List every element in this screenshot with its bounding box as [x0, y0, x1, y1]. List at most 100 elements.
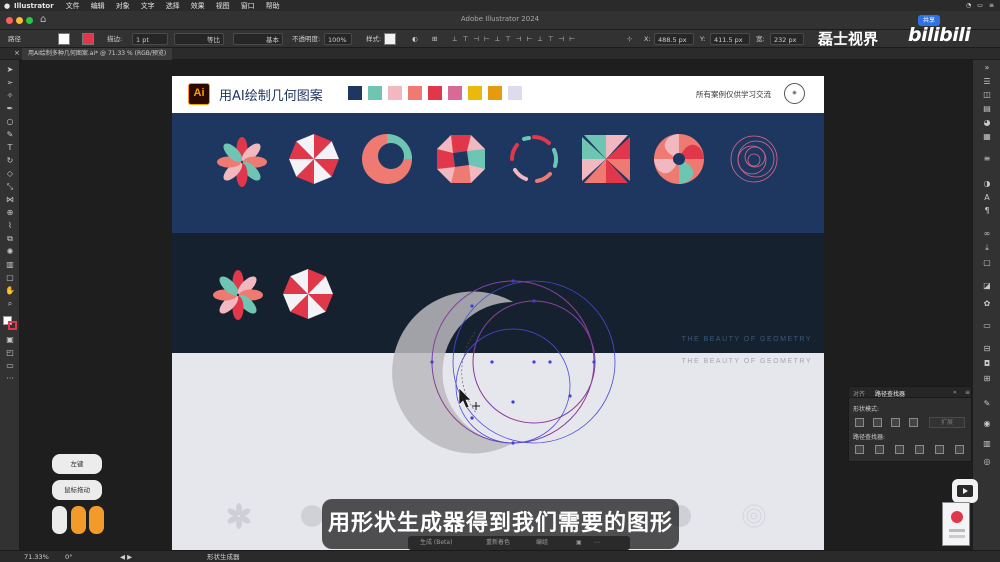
pattern-8-spiral[interactable]	[730, 135, 778, 183]
working-flower-copy[interactable]	[213, 270, 263, 320]
group-button[interactable]: 编组	[536, 536, 548, 550]
stroke-panel-icon[interactable]: ≡	[982, 155, 992, 163]
character-panel-icon[interactable]: A	[982, 194, 992, 202]
artwork-canvas[interactable]	[172, 76, 824, 550]
width-tool-icon[interactable]: ⋈	[5, 196, 15, 204]
pen-tool-icon[interactable]: ✒	[5, 105, 15, 113]
type-tool-icon[interactable]: T	[5, 144, 15, 152]
graphic-style-swatch[interactable]	[384, 33, 396, 45]
align-panel-icon[interactable]: ⊟	[982, 345, 992, 353]
layers-panel-icon[interactable]: ◫	[982, 91, 992, 99]
stroke-weight-field[interactable]: 1 pt	[132, 33, 168, 45]
gradient-panel-icon[interactable]: ▥	[982, 440, 992, 448]
merge-button[interactable]	[895, 445, 904, 454]
menu-effect[interactable]: 效果	[191, 1, 205, 11]
x-position-field[interactable]: 488.5 px	[654, 33, 694, 45]
recolor-icon[interactable]: ◐	[412, 33, 418, 45]
graph-tool-icon[interactable]: ▥	[5, 261, 15, 269]
symbols-panel-icon[interactable]: ✿	[982, 300, 992, 308]
working-umbrella-copy[interactable]	[283, 269, 333, 319]
trim-button[interactable]	[875, 445, 884, 454]
artboards-panel-icon[interactable]: ▢	[982, 259, 992, 267]
symbol-sprayer-tool-icon[interactable]: ✺	[5, 248, 15, 256]
selection-tool-icon[interactable]: ➤	[5, 66, 15, 74]
menu-app-name[interactable]: Illustrator	[14, 2, 54, 10]
apple-icon[interactable]: ●	[0, 2, 14, 10]
divide-button[interactable]	[855, 445, 864, 454]
video-play-icon[interactable]	[952, 479, 978, 503]
outline-button[interactable]	[935, 445, 944, 454]
context-options-icon[interactable]: ⋯	[594, 536, 600, 550]
pattern-2-umbrella[interactable]	[289, 134, 339, 184]
battery-icon[interactable]: ▭	[977, 2, 983, 9]
opacity-field[interactable]: 100%	[324, 33, 352, 45]
pathfinder-panel-icon[interactable]: ◘	[982, 360, 992, 368]
scale-tool-icon[interactable]: ⤡	[5, 183, 15, 191]
color-mode-icon[interactable]: ▣	[5, 336, 15, 344]
properties-panel-icon[interactable]: ☰	[982, 78, 992, 86]
pattern-4-aperture[interactable]	[437, 135, 485, 183]
minus-front-button[interactable]	[873, 418, 882, 427]
artboard-nav-icon[interactable]: ◀ ▶	[120, 551, 132, 562]
color-panel-icon[interactable]: ◕	[982, 119, 992, 127]
pattern-7-swirl[interactable]	[654, 134, 704, 184]
wifi-icon[interactable]: ◔	[966, 2, 971, 9]
control-center-icon[interactable]: ≡	[989, 2, 994, 9]
paragraph-panel-icon[interactable]: ¶	[982, 207, 992, 215]
asset-export-icon[interactable]: ⤓	[982, 244, 992, 252]
stroke-profile-dropdown[interactable]: 等比	[174, 33, 224, 45]
comments-panel-icon[interactable]: ▭	[982, 322, 992, 330]
y-position-field[interactable]: 411.5 px	[710, 33, 750, 45]
eraser-tool-icon[interactable]: ◇	[5, 170, 15, 178]
stroke-swatch[interactable]	[82, 33, 94, 45]
menu-view[interactable]: 视图	[216, 1, 230, 11]
panel-collapse-icon[interactable]: »	[953, 389, 957, 396]
tab-align[interactable]: 对齐	[853, 389, 865, 398]
unite-button[interactable]	[855, 418, 864, 427]
recolor-button[interactable]: 重新着色	[486, 536, 510, 550]
menu-edit[interactable]: 编辑	[91, 1, 105, 11]
swatches-panel-icon[interactable]: ▦	[982, 133, 992, 141]
crescent-construction[interactable]	[392, 279, 616, 454]
zoom-level[interactable]: 71.33%	[24, 551, 49, 562]
magic-wand-tool-icon[interactable]: ✧	[5, 92, 15, 100]
pattern-6-pinwheel[interactable]	[582, 135, 630, 183]
menu-type[interactable]: 文字	[141, 1, 155, 11]
close-tab-icon[interactable]: ×	[14, 49, 20, 57]
shape-builder-tool-icon[interactable]: ⊕	[5, 209, 15, 217]
artboard[interactable]: Ai 用AI绘制几何图案 所有案例仅供学习交流 ◉ 1 2 3 4 5 6 7 …	[172, 76, 824, 550]
draw-mode-icon[interactable]: ◰	[5, 349, 15, 357]
artboard-tool-icon[interactable]: ▢	[5, 274, 15, 282]
panel-collapse-icon[interactable]: »	[982, 64, 992, 72]
align-to-icon[interactable]: ⊞	[432, 33, 437, 45]
links-panel-icon[interactable]: ∞	[982, 230, 992, 238]
eyedropper-tool-icon[interactable]: ⌇	[5, 222, 15, 230]
tab-pathfinder[interactable]: 路径查找器	[875, 389, 905, 398]
libraries-panel-icon[interactable]: ▤	[982, 105, 992, 113]
generate-button[interactable]: 生成 (Beta)	[420, 536, 452, 550]
menu-window[interactable]: 窗口	[241, 1, 255, 11]
intersect-button[interactable]	[891, 418, 900, 427]
document-tab[interactable]: 用AI绘制多种几何图案.ai* @ 71.33 % (RGB/预览)	[22, 48, 173, 60]
fill-stroke-swatches[interactable]	[3, 316, 17, 330]
blend-tool-icon[interactable]: ⧉	[5, 235, 15, 243]
pattern-3-ring[interactable]	[362, 134, 412, 184]
ellipse-tool-icon[interactable]: ○	[5, 118, 15, 126]
fill-swatch[interactable]	[58, 33, 70, 45]
menu-object[interactable]: 对象	[116, 1, 130, 11]
screen-mode-icon[interactable]: ▭	[5, 362, 15, 370]
brush-dropdown[interactable]: 基本	[233, 33, 283, 45]
menu-select[interactable]: 选择	[166, 1, 180, 11]
appearance-panel-icon[interactable]: ◉	[982, 420, 992, 428]
menu-file[interactable]: 文件	[66, 1, 80, 11]
crop-button[interactable]	[915, 445, 924, 454]
more-tools-icon[interactable]: ···	[5, 375, 15, 383]
pattern-5-dashed-ring[interactable]	[509, 135, 559, 183]
exclude-button[interactable]	[909, 418, 918, 427]
transform-icon[interactable]: ⊹	[627, 33, 632, 45]
pattern-1-flower[interactable]	[217, 137, 267, 187]
hand-tool-icon[interactable]: ✋	[5, 287, 15, 295]
align-buttons-icon[interactable]: ⊥⊤⊣⊢⊥⊤⊣⊢⊥⊤⊣⊢	[452, 33, 580, 45]
expand-button[interactable]: 扩展	[929, 417, 965, 428]
rotate-tool-icon[interactable]: ↻	[5, 157, 15, 165]
